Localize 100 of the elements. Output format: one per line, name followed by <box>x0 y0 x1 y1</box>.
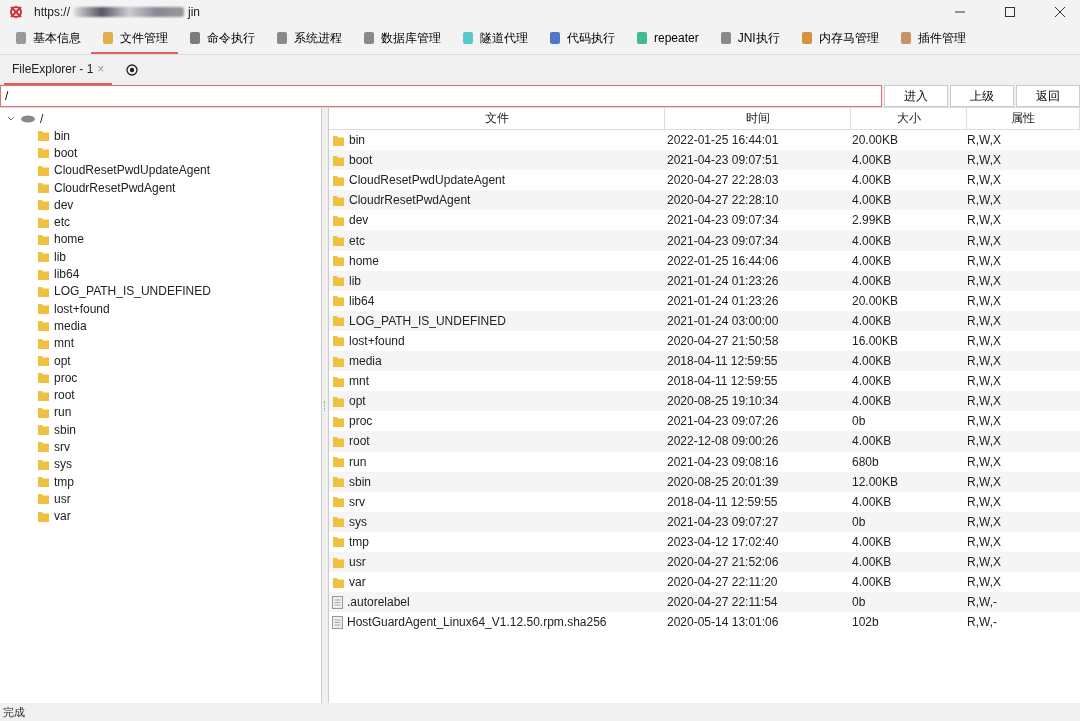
table-cell: 20.00KB <box>852 133 899 148</box>
table-cell: 2018-04-11 12:59:55 <box>667 494 778 509</box>
table-cell: usr <box>349 555 366 569</box>
column-header[interactable]: 文件 <box>329 108 665 129</box>
tree-item[interactable]: media <box>54 318 87 333</box>
tree-item[interactable]: opt <box>54 353 71 368</box>
table-cell: CloudResetPwdUpdateAgent <box>349 173 506 188</box>
path-button[interactable]: 上级 <box>950 85 1014 107</box>
table-cell: 102b <box>852 615 879 630</box>
table-cell: etc <box>349 233 365 248</box>
table-cell: R,W,X <box>967 173 1001 188</box>
toolbar-tab[interactable]: 基本信息 <box>4 24 91 54</box>
tree-item[interactable]: mnt <box>54 336 74 351</box>
table-cell: R,W,X <box>967 233 1001 248</box>
table-cell: 4.00KB <box>852 253 892 268</box>
table-cell: 4.00KB <box>852 374 892 389</box>
toolbar-tab[interactable]: 数据库管理 <box>352 24 451 54</box>
tree-item[interactable]: run <box>54 405 72 420</box>
close-icon[interactable] <box>1054 6 1066 18</box>
toolbar-tab[interactable]: 内存马管理 <box>789 24 889 54</box>
table-cell: LOG_PATH_IS_UNDEFINED <box>349 313 506 328</box>
table-cell: boot <box>349 153 373 168</box>
table-cell: R,W,X <box>967 474 1001 489</box>
tree-item[interactable]: etc <box>54 215 70 230</box>
tree-item[interactable]: CloudrResetPwdAgent <box>54 180 176 195</box>
table-cell: 16.00KB <box>852 334 899 348</box>
status-text: 完成 <box>3 704 25 720</box>
table-cell: 2021-01-24 01:23:26 <box>667 293 779 308</box>
table-cell: R,W,X <box>967 434 1001 449</box>
tree-item[interactable]: home <box>54 232 85 247</box>
table-cell: 4.00KB <box>852 313 892 328</box>
table-cell: R,W,X <box>967 454 1001 469</box>
table-cell: 680b <box>852 454 879 469</box>
table-cell: 4.00KB <box>852 153 892 168</box>
table-cell: R,W,X <box>967 334 1001 348</box>
toolbar-tab[interactable]: 插件管理 <box>888 24 976 54</box>
table-cell: 2021-04-23 09:07:27 <box>667 514 779 529</box>
path-field[interactable]: / <box>0 85 882 107</box>
toolbar-tab[interactable]: 隧道代理 <box>451 24 538 54</box>
table-cell: proc <box>349 414 373 429</box>
tree-item[interactable]: lib64 <box>54 267 80 281</box>
toolbar-tab[interactable]: 代码执行 <box>538 24 625 54</box>
column-header[interactable]: 大小 <box>851 108 967 129</box>
table-cell: 0b <box>852 514 866 529</box>
table-cell: 4.00KB <box>852 394 892 409</box>
table-cell: dev <box>349 213 369 228</box>
path-button[interactable]: 进入 <box>884 85 948 107</box>
tree-item[interactable]: tmp <box>54 474 74 489</box>
tree-item[interactable]: lost+found <box>54 301 110 316</box>
column-header[interactable]: 时间 <box>665 108 851 129</box>
toolbar-tab[interactable]: JNI执行 <box>708 24 790 54</box>
table-cell: srv <box>349 494 365 509</box>
table-cell: R,W,X <box>967 494 1001 509</box>
tree-item[interactable]: boot <box>54 145 78 160</box>
table-cell: R,W,X <box>967 213 1001 228</box>
toolbar-tab[interactable]: 系统进程 <box>265 24 352 54</box>
toolbar-tab[interactable]: 文件管理 <box>91 24 178 54</box>
table-cell: R,W,X <box>967 273 1001 288</box>
table-cell: lost+found <box>349 334 405 348</box>
table-cell: R,W,X <box>967 394 1001 409</box>
table-cell: lib64 <box>349 293 375 308</box>
table-cell: root <box>349 434 370 449</box>
tree-item[interactable]: dev <box>54 197 74 212</box>
table-cell: media <box>349 354 382 369</box>
tree-item[interactable]: srv <box>54 440 70 454</box>
tree-item[interactable]: / <box>40 111 44 126</box>
table-cell: 12.00KB <box>852 474 899 489</box>
tree-item[interactable]: bin <box>54 128 70 143</box>
path-button[interactable]: 返回 <box>1016 85 1080 107</box>
tree-item[interactable]: proc <box>54 370 78 385</box>
window-title: https:// <box>34 5 71 19</box>
file-icon <box>332 595 343 609</box>
tree-item[interactable]: sys <box>54 457 72 472</box>
file-icon <box>332 615 343 629</box>
table-cell: R,W,X <box>967 313 1001 328</box>
column-header[interactable]: 属性 <box>967 108 1080 129</box>
radio-dot-icon[interactable] <box>126 64 139 76</box>
table-cell: opt <box>349 394 366 409</box>
toolbar-tab[interactable]: 命令执行 <box>178 24 265 54</box>
table-cell: lib <box>349 273 361 288</box>
toolbar-tab[interactable]: repeater <box>625 24 709 54</box>
table-cell: 2020-04-27 22:11:20 <box>667 575 778 590</box>
table-cell: R,W,X <box>967 293 1001 308</box>
table-cell: R,W,X <box>967 555 1001 569</box>
tree-item[interactable]: CloudResetPwdUpdateAgent <box>54 163 211 178</box>
table-cell: R,W,X <box>967 133 1001 148</box>
table-cell: 4.00KB <box>852 193 892 208</box>
tree-item[interactable]: sbin <box>54 422 76 437</box>
table-cell: .autorelabel <box>347 595 410 610</box>
table-cell: 2022-12-08 09:00:26 <box>667 434 779 449</box>
table-cell: 20.00KB <box>852 293 899 308</box>
table-cell: 2020-08-25 19:10:34 <box>667 394 779 409</box>
tree-item[interactable]: usr <box>54 491 71 506</box>
table-cell: R,W,X <box>967 575 1001 590</box>
tree-item[interactable]: lib <box>54 249 66 264</box>
tree-item[interactable]: root <box>54 388 75 403</box>
tree-item[interactable]: LOG_PATH_IS_UNDEFINED <box>54 284 211 299</box>
tree-item[interactable]: var <box>54 509 71 524</box>
maximize-icon[interactable] <box>1004 6 1016 18</box>
table-cell: tmp <box>349 534 369 549</box>
